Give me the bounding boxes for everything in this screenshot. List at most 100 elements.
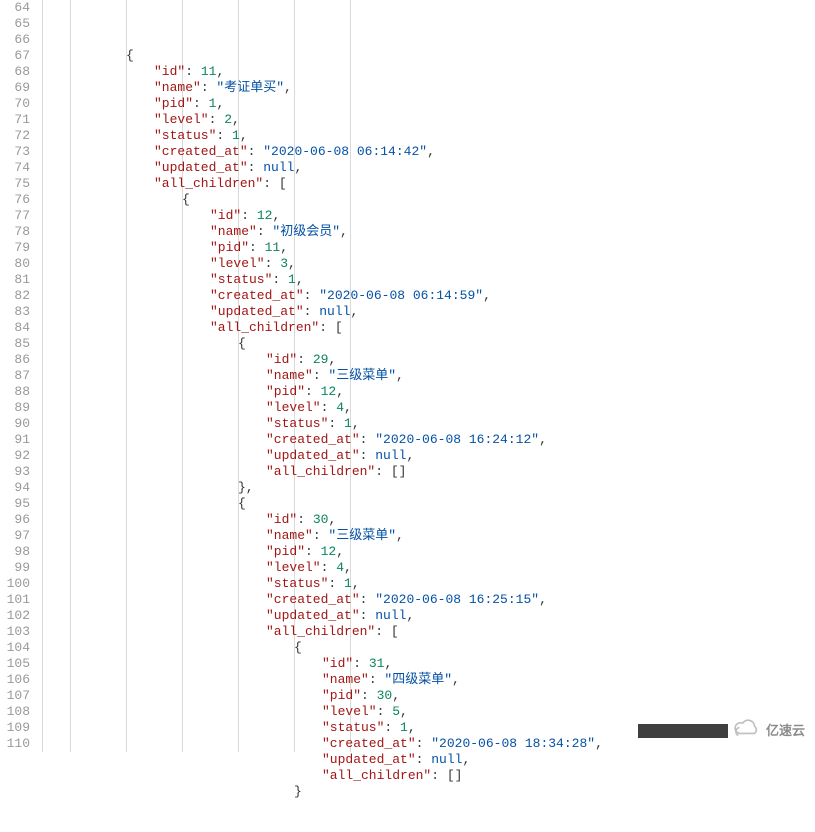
line-number: 102	[0, 608, 30, 624]
token-n: 12	[257, 208, 273, 223]
token-n: 31	[369, 656, 385, 671]
line-number: 78	[0, 224, 30, 240]
code-line: {	[42, 640, 815, 656]
token-p: :	[321, 400, 337, 415]
line-number: 105	[0, 656, 30, 672]
token-k: "pid"	[266, 384, 305, 399]
token-k: "pid"	[322, 688, 361, 703]
token-p: ,	[294, 160, 302, 175]
line-number: 101	[0, 592, 30, 608]
line-number: 69	[0, 80, 30, 96]
token-n: 1	[400, 720, 408, 735]
code-line: "level": 3,	[42, 256, 815, 272]
token-p: ,	[296, 272, 304, 287]
token-p: :	[360, 608, 376, 623]
code-line: "pid": 12,	[42, 544, 815, 560]
line-number: 70	[0, 96, 30, 112]
token-s: "考证单买"	[216, 80, 284, 95]
code-line: "pid": 30,	[42, 688, 815, 704]
code-line: "status": 1,	[42, 272, 815, 288]
token-p: : []	[431, 768, 462, 783]
code-line: "status": 1,	[42, 128, 815, 144]
line-number: 65	[0, 16, 30, 32]
watermark-bar	[638, 724, 728, 738]
token-p: ,	[340, 224, 348, 239]
code-line: "name": "四级菜单",	[42, 672, 815, 688]
token-n: 2	[224, 112, 232, 127]
token-p: :	[313, 368, 329, 383]
code-line: {	[42, 48, 815, 64]
token-p: ,	[462, 752, 470, 767]
token-s: "三级菜单"	[328, 528, 396, 543]
code-area[interactable]: {"id": 11,"name": "考证单买","pid": 1,"level…	[42, 0, 815, 752]
token-nl: null	[375, 608, 406, 623]
token-p: ,	[539, 432, 547, 447]
line-number: 64	[0, 0, 30, 16]
token-n: 4	[336, 560, 344, 575]
token-p: :	[185, 64, 201, 79]
code-line: "name": "三级菜单",	[42, 368, 815, 384]
code-line: "name": "初级会员",	[42, 224, 815, 240]
line-number: 79	[0, 240, 30, 256]
token-p: : [	[319, 320, 342, 335]
token-p: ,	[216, 96, 224, 111]
line-number: 96	[0, 512, 30, 528]
code-lines: {"id": 11,"name": "考证单买","pid": 1,"level…	[42, 48, 815, 800]
token-k: "created_at"	[266, 432, 360, 447]
token-p: ,	[350, 304, 358, 319]
code-line: "created_at": "2020-06-08 06:14:59",	[42, 288, 815, 304]
token-p: ,	[336, 544, 344, 559]
token-s: "2020-06-08 06:14:42"	[263, 144, 427, 159]
cloud-icon	[734, 719, 760, 742]
token-p: :	[360, 592, 376, 607]
token-k: "updated_at"	[154, 160, 248, 175]
line-number-gutter: 6465666768697071727374757677787980818283…	[0, 0, 42, 752]
token-p: }	[294, 784, 302, 799]
token-p: :	[361, 688, 377, 703]
code-line: "updated_at": null,	[42, 752, 815, 768]
code-line: },	[42, 480, 815, 496]
token-n: 5	[392, 704, 400, 719]
token-p: ,	[406, 608, 414, 623]
token-p: ,	[216, 64, 224, 79]
token-k: "updated_at"	[266, 448, 360, 463]
token-k: "level"	[210, 256, 265, 271]
token-s: "四级菜单"	[384, 672, 452, 687]
token-p: :	[328, 416, 344, 431]
line-number: 67	[0, 48, 30, 64]
token-p: :	[201, 80, 217, 95]
token-p: {	[238, 336, 246, 351]
token-k: "all_children"	[154, 176, 263, 191]
token-n: 1	[344, 416, 352, 431]
token-k: "status"	[266, 576, 328, 591]
token-p: ,	[595, 736, 603, 751]
token-s: "2020-06-08 06:14:59"	[319, 288, 483, 303]
line-number: 82	[0, 288, 30, 304]
line-number: 89	[0, 400, 30, 416]
token-p: ,	[483, 288, 491, 303]
code-editor: 6465666768697071727374757677787980818283…	[0, 0, 815, 752]
watermark-text: 亿速云	[766, 723, 805, 739]
line-number: 85	[0, 336, 30, 352]
code-line: "created_at": "2020-06-08 16:24:12",	[42, 432, 815, 448]
token-nl: null	[375, 448, 406, 463]
line-number: 97	[0, 528, 30, 544]
token-p: ,	[406, 448, 414, 463]
line-number: 93	[0, 464, 30, 480]
line-number: 73	[0, 144, 30, 160]
code-line: "status": 1,	[42, 416, 815, 432]
token-k: "status"	[322, 720, 384, 735]
token-k: "level"	[266, 400, 321, 415]
token-p: :	[321, 560, 337, 575]
watermark: 亿速云	[638, 719, 805, 742]
token-p: {	[238, 496, 246, 511]
token-n: 12	[321, 544, 337, 559]
token-p: :	[353, 656, 369, 671]
token-p: ,	[240, 128, 248, 143]
line-number: 91	[0, 432, 30, 448]
line-number: 104	[0, 640, 30, 656]
token-n: 1	[232, 128, 240, 143]
token-p: :	[248, 144, 264, 159]
code-line: "pid": 1,	[42, 96, 815, 112]
token-p: ,	[539, 592, 547, 607]
